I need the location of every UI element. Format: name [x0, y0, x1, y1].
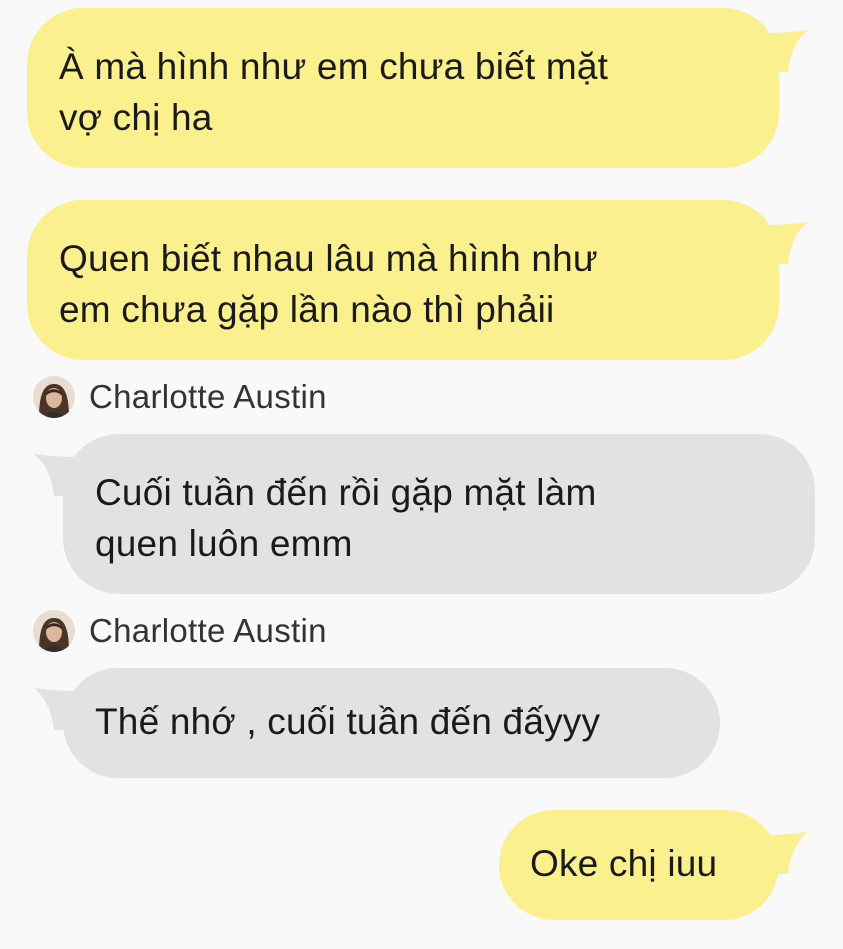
message-text-line: vợ chị ha — [59, 97, 213, 138]
message-text-line: Quen biết nhau lâu mà hình như — [59, 238, 598, 279]
bubble-tail-icon — [758, 30, 808, 72]
outgoing-message-bubble[interactable]: À mà hình như em chưa biết mặt vợ chị ha — [27, 8, 779, 168]
avatar[interactable] — [33, 376, 75, 418]
message-text-line: Thế nhớ , cuối tuần đến đấyyy — [95, 701, 601, 742]
avatar-portrait-icon — [33, 610, 75, 652]
sender-name: Charlotte Austin — [89, 612, 327, 649]
message-text-line: Cuối tuần đến rồi gặp mặt làm — [95, 472, 597, 513]
avatar[interactable] — [33, 610, 75, 652]
avatar-portrait-icon — [33, 376, 75, 418]
incoming-message-bubble[interactable]: Thế nhớ , cuối tuần đến đấyyy — [63, 668, 720, 778]
message-text-line: Oke chị iuu — [530, 843, 718, 884]
message-text-line: quen luôn emm — [95, 523, 353, 564]
outgoing-message-bubble[interactable]: Oke chị iuu — [499, 810, 779, 920]
outgoing-message-bubble[interactable]: Quen biết nhau lâu mà hình như em chưa g… — [27, 200, 779, 360]
chat-thread: À mà hình như em chưa biết mặt vợ chị ha… — [0, 0, 843, 949]
message-text-line: em chưa gặp lần nào thì phảii — [59, 289, 555, 330]
message-text-line: À mà hình như em chưa biết mặt — [59, 46, 609, 87]
sender-header: Charlotte Austin — [33, 609, 327, 653]
bubble-tail-icon — [758, 222, 808, 264]
bubble-tail-icon — [758, 832, 808, 874]
sender-name: Charlotte Austin — [89, 378, 327, 415]
sender-header: Charlotte Austin — [33, 375, 327, 419]
incoming-message-bubble[interactable]: Cuối tuần đến rồi gặp mặt làm quen luôn … — [63, 434, 815, 594]
